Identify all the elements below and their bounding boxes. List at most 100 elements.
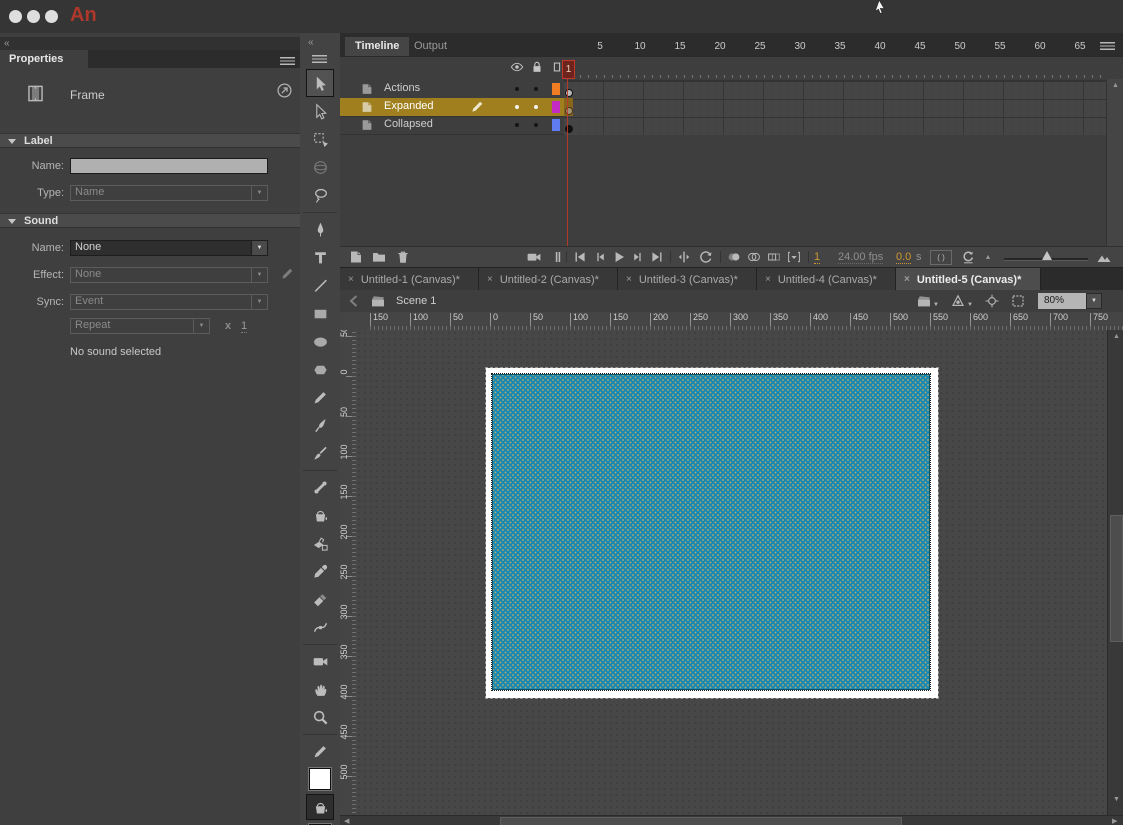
dropdown-arrow-icon[interactable]: ▼	[251, 295, 267, 309]
help-link-icon[interactable]	[276, 82, 293, 99]
loop-range-button[interactable]: ( )	[930, 250, 952, 265]
scroll-up-icon[interactable]: ▲	[1113, 333, 1120, 340]
layer-lock-dot[interactable]	[534, 123, 538, 127]
camera-tool[interactable]	[307, 647, 333, 675]
frame-rate-value[interactable]: 24.00 fps	[838, 251, 883, 264]
selection-tool[interactable]	[307, 70, 333, 96]
hand-tool[interactable]	[307, 675, 333, 703]
oval-tool[interactable]	[307, 327, 333, 355]
width-tool[interactable]	[307, 613, 333, 641]
shrink-frames-icon[interactable]: ▴	[986, 252, 990, 261]
pencil-tool[interactable]	[307, 383, 333, 411]
frame-grid[interactable]	[564, 80, 1106, 135]
window-minimize-button[interactable]	[27, 10, 40, 23]
document-tab[interactable]: × Untitled-2 (Canvas)*	[479, 268, 618, 291]
edit-symbols-button[interactable]	[950, 293, 966, 309]
layer-name[interactable]: Actions	[384, 82, 420, 94]
repeat-times-value[interactable]: 1	[241, 320, 247, 333]
layer-name[interactable]: Collapsed	[384, 118, 433, 130]
playhead[interactable]: 1	[562, 60, 575, 79]
dropdown-arrow-icon[interactable]: ▼	[251, 186, 267, 200]
section-label-header[interactable]: Label	[0, 133, 300, 148]
dropdown-arrow-icon[interactable]: ▼	[251, 241, 267, 255]
layer-name[interactable]: Expanded	[384, 100, 434, 112]
modify-markers-button[interactable]	[786, 249, 802, 265]
layer-row-collapsed[interactable]: Collapsed	[340, 116, 564, 135]
stroke-color-icon[interactable]	[307, 737, 333, 765]
window-close-button[interactable]	[9, 10, 22, 23]
layer-visibility-dot[interactable]	[515, 87, 519, 91]
close-tab-icon[interactable]: ×	[904, 274, 910, 285]
sound-name-dropdown[interactable]: None ▼	[70, 240, 268, 256]
layer-row-expanded[interactable]: Expanded	[340, 98, 564, 117]
center-frame-button[interactable]	[676, 249, 692, 265]
label-name-input[interactable]	[70, 158, 268, 174]
edit-sound-envelope-icon[interactable]	[280, 266, 295, 281]
new-layer-button[interactable]	[348, 249, 364, 265]
clip-content-button[interactable]	[1010, 293, 1026, 309]
dropdown-arrow-icon[interactable]: ▼	[193, 319, 209, 333]
lasso-tool[interactable]	[307, 181, 333, 209]
stroke-swatch[interactable]	[309, 768, 331, 790]
layer-outline-color-swatch[interactable]	[552, 83, 560, 95]
collapse-panel-icon[interactable]: «	[308, 37, 312, 48]
play-button[interactable]	[611, 249, 627, 265]
scene-name[interactable]: Scene 1	[396, 290, 436, 312]
close-tab-icon[interactable]: ×	[765, 274, 771, 285]
zoom-dropdown-arrow[interactable]: ▼	[1086, 293, 1102, 309]
onion-skin-outlines-button[interactable]	[746, 249, 762, 265]
reset-timeline-zoom-button[interactable]	[960, 249, 976, 265]
scroll-up-icon[interactable]: ▲	[1112, 82, 1119, 89]
subselection-tool[interactable]	[307, 97, 333, 125]
elapsed-time-value[interactable]: 0.0	[896, 251, 911, 264]
zoom-level-select[interactable]: 80%	[1038, 293, 1086, 309]
document-tab[interactable]: × Untitled-3 (Canvas)*	[618, 268, 757, 291]
fill-color-icon[interactable]	[307, 795, 333, 819]
layer-visibility-dot[interactable]	[515, 105, 519, 109]
sound-effect-dropdown[interactable]: None ▼	[70, 267, 268, 283]
current-frame-value[interactable]: 1	[814, 251, 820, 264]
onion-skin-button[interactable]	[726, 249, 742, 265]
layer-lock-dot[interactable]	[534, 105, 538, 109]
rotation-3d-tool[interactable]	[307, 153, 333, 181]
polystar-tool[interactable]	[307, 355, 333, 383]
add-camera-button[interactable]	[526, 249, 542, 265]
frame-ruler[interactable]: 5101520253035404550556065	[340, 33, 1123, 79]
line-tool[interactable]	[307, 271, 333, 299]
tab-properties[interactable]: Properties	[0, 50, 88, 68]
layer-outline-color-swatch[interactable]	[552, 119, 560, 131]
classic-brush-tool[interactable]	[307, 411, 333, 439]
scroll-right-icon[interactable]: ▶	[1112, 817, 1117, 825]
horizontal-scrollbar[interactable]: ◀ ▶	[340, 815, 1123, 825]
frame-size-slider-thumb[interactable]	[1042, 251, 1052, 260]
document-tab-active[interactable]: × Untitled-5 (Canvas)*	[896, 268, 1041, 291]
edit-scene-button[interactable]	[916, 293, 932, 309]
scroll-left-icon[interactable]: ◀	[344, 817, 349, 825]
document-tab[interactable]: × Untitled-4 (Canvas)*	[757, 268, 896, 291]
eraser-tool[interactable]	[307, 585, 333, 613]
document-tab[interactable]: × Untitled-1 (Canvas)*	[340, 268, 479, 291]
loop-playback-button[interactable]	[698, 249, 714, 265]
free-transform-tool[interactable]	[307, 125, 333, 153]
step-back-button[interactable]	[592, 249, 608, 265]
panel-menu-icon[interactable]	[312, 53, 327, 63]
delete-layer-button[interactable]	[395, 249, 411, 265]
sound-sync-dropdown[interactable]: Event ▼	[70, 294, 268, 310]
enlarge-frames-icon[interactable]	[1096, 249, 1112, 265]
close-tab-icon[interactable]: ×	[348, 274, 354, 285]
layer-outline-color-swatch[interactable]	[552, 101, 560, 113]
collapse-panel-icon[interactable]: «	[4, 38, 8, 49]
close-tab-icon[interactable]: ×	[487, 274, 493, 285]
layer-row-actions[interactable]: Actions	[340, 80, 564, 99]
go-to-last-frame-button[interactable]	[649, 249, 665, 265]
paint-bucket-tool[interactable]	[307, 501, 333, 529]
vertical-scrollbar-thumb[interactable]	[1110, 515, 1123, 642]
label-type-dropdown[interactable]: Name ▼	[70, 185, 268, 201]
edit-multiple-frames-button[interactable]	[766, 249, 782, 265]
canvas-pasteboard[interactable]	[356, 330, 1107, 815]
section-sound-header[interactable]: Sound	[0, 213, 300, 228]
sound-repeat-dropdown[interactable]: Repeat ▼	[70, 318, 210, 334]
close-tab-icon[interactable]: ×	[626, 274, 632, 285]
scroll-down-icon[interactable]: ▼	[1113, 796, 1120, 803]
new-folder-button[interactable]	[371, 249, 387, 265]
